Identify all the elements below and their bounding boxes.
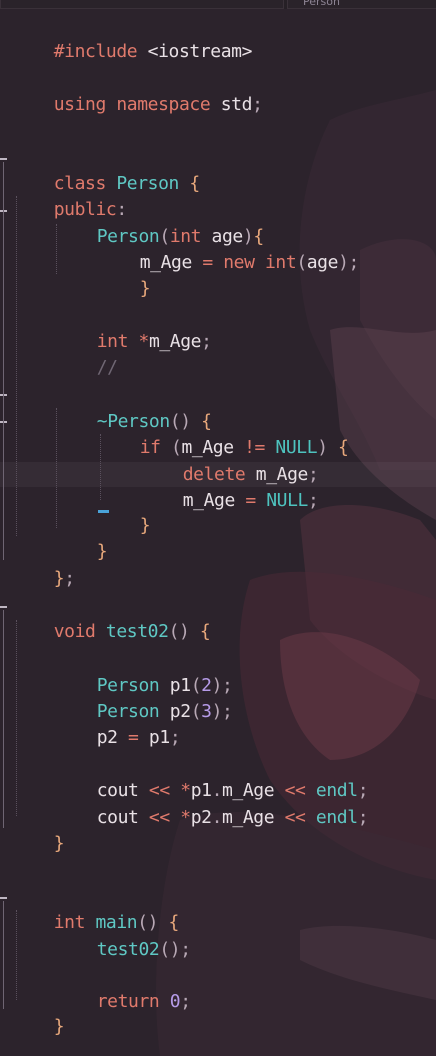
- fold-toggle-main[interactable]: [0, 897, 7, 899]
- token-punct: ;: [64, 568, 75, 589]
- code-line-35[interactable]: test02();: [55, 911, 191, 960]
- token-operator: *: [169, 807, 191, 828]
- token-punct: ;: [201, 331, 212, 352]
- token-punct: ;: [357, 807, 369, 828]
- token-operator: =: [191, 252, 213, 273]
- code-line-30[interactable]: cout << *p2.m_Age << endl;: [55, 779, 369, 828]
- token-type: int: [254, 252, 297, 273]
- code-line-34[interactable]: int main() {: [12, 884, 180, 933]
- token-paren: (: [296, 252, 307, 273]
- code-line-3[interactable]: using namespace std;: [12, 66, 263, 115]
- code-line-8[interactable]: Person(int age){: [55, 198, 264, 247]
- code-line-26[interactable]: Person p2(3);: [55, 673, 233, 722]
- fold-toggle-class[interactable]: [0, 158, 7, 160]
- token-paren: ): [317, 437, 328, 458]
- token-brace: {: [189, 621, 211, 642]
- token-identifier: cout: [96, 807, 139, 828]
- token-preprocessor: #include: [53, 41, 138, 62]
- token-operator: *: [128, 331, 149, 352]
- code-line-15[interactable]: ~Person() {: [55, 383, 212, 432]
- token-operator: <<: [138, 807, 170, 828]
- token-identifier: m_Age: [222, 807, 275, 828]
- code-line-23[interactable]: void test02() {: [12, 593, 211, 642]
- code-line-27[interactable]: p2 = p1;: [55, 699, 181, 748]
- token-number: 0: [159, 991, 181, 1012]
- token-identifier: age: [306, 252, 339, 273]
- token-type: void: [53, 621, 96, 642]
- code-line-7[interactable]: public:: [12, 171, 127, 220]
- code-editor[interactable]: Person #include <iostream> using namespa…: [0, 0, 436, 1056]
- token-punct: .: [211, 807, 223, 828]
- token-keyword: new: [212, 252, 255, 273]
- code-line-25[interactable]: Person p1(2);: [55, 647, 233, 696]
- code-line-16[interactable]: if (m_Age != NULL) {: [98, 409, 349, 458]
- code-line-37[interactable]: return 0;: [55, 963, 191, 1012]
- tab-bar: Person: [0, 0, 436, 9]
- token-function: test02: [96, 939, 160, 960]
- token-paren: (: [190, 701, 202, 722]
- token-punct: );: [211, 701, 233, 722]
- code-line-9[interactable]: m_Age = new int(age);: [98, 224, 360, 273]
- token-operator: =: [234, 490, 256, 511]
- token-identifier: m_Age: [148, 331, 202, 352]
- token-identifier: p1: [138, 727, 170, 748]
- code-line-38[interactable]: }: [12, 988, 65, 1037]
- token-paren: (): [168, 621, 190, 642]
- code-line-29[interactable]: cout << *p1.m_Age << endl;: [55, 752, 369, 801]
- token-punct: ;: [252, 94, 263, 115]
- tab-previous[interactable]: [0, 0, 284, 9]
- token-identifier: p2: [190, 807, 212, 828]
- token-function: endl: [305, 807, 358, 828]
- token-brace: {: [327, 437, 349, 458]
- token-number: 3: [201, 701, 212, 722]
- token-macro: NULL: [255, 490, 308, 511]
- token-operator: <<: [274, 807, 306, 828]
- code-line-21[interactable]: };: [12, 540, 75, 589]
- token-keyword: namespace: [105, 94, 211, 115]
- token-brace: }: [139, 278, 151, 299]
- token-identifier: std: [210, 94, 253, 115]
- token-punct: ;: [169, 727, 181, 748]
- token-identifier: m_Age: [182, 490, 236, 511]
- tab-person-label: Person: [303, 0, 340, 8]
- code-line-31[interactable]: }: [12, 805, 65, 854]
- code-line-12[interactable]: int *m_Age;: [55, 303, 212, 352]
- token-brace: {: [179, 173, 200, 194]
- token-punct: );: [338, 252, 359, 273]
- code-line-17[interactable]: delete m_Age;: [141, 436, 319, 485]
- fold-region-class: [3, 162, 4, 560]
- fold-toggle-test02[interactable]: [0, 606, 7, 608]
- token-punct: ();: [159, 939, 191, 960]
- token-punct: ;: [180, 991, 191, 1012]
- code-line-1[interactable]: #include <iostream>: [12, 13, 253, 62]
- token-brace: }: [53, 568, 65, 589]
- token-operator: =: [117, 727, 139, 748]
- token-function: test02: [95, 621, 169, 642]
- token-brace: }: [53, 833, 65, 854]
- code-line-10[interactable]: }: [98, 250, 151, 299]
- code-line-18[interactable]: m_Age = NULL;: [141, 462, 319, 511]
- code-line-20[interactable]: }: [55, 513, 108, 562]
- token-brace: }: [96, 541, 108, 562]
- token-keyword: using: [53, 94, 107, 115]
- fold-region-main: [3, 901, 4, 1009]
- code-line-6[interactable]: class Person {: [12, 145, 201, 194]
- token-comment: //: [96, 357, 118, 378]
- token-punct: ;: [308, 490, 319, 511]
- token-identifier: p2: [96, 727, 118, 748]
- token-brace: }: [139, 515, 151, 536]
- token-keyword: return: [96, 991, 160, 1012]
- token-brace: }: [53, 1016, 65, 1037]
- fold-region-test02: [3, 610, 4, 828]
- token-header: <iostream>: [137, 41, 253, 62]
- code-line-13[interactable]: //: [55, 329, 118, 378]
